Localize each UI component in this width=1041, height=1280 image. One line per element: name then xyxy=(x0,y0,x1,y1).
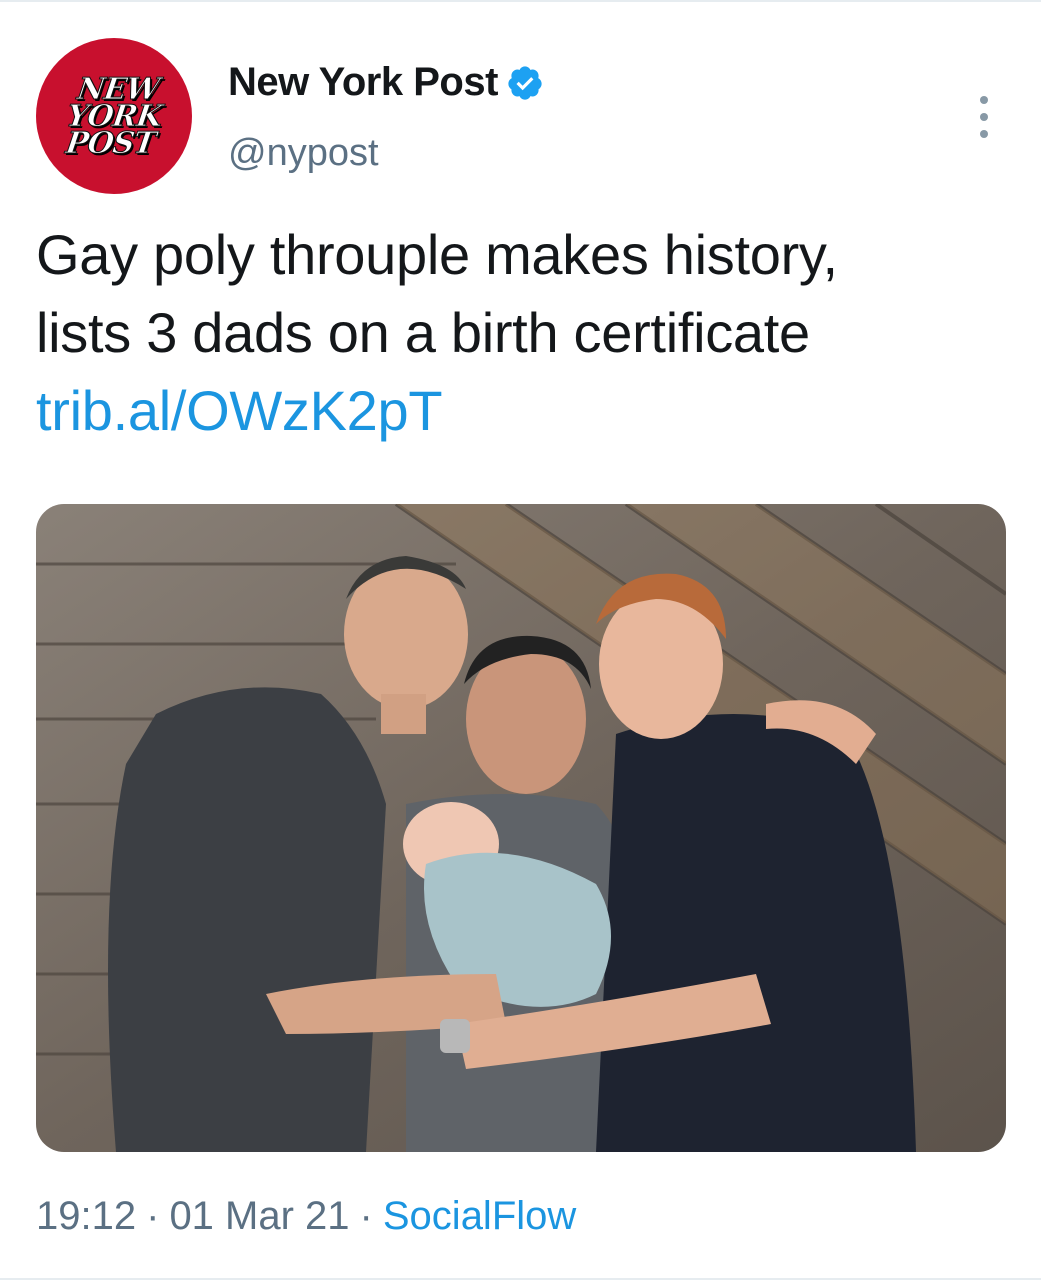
tweet-link[interactable]: trib.al/OWzK2pT xyxy=(36,372,996,450)
tweet-text-line-2: lists 3 dads on a birth certificate xyxy=(36,301,810,364)
tweet-date[interactable]: 01 Mar 21 xyxy=(169,1194,349,1238)
tweet-card: NEW YORK POST New York Post @nypost Gay … xyxy=(0,0,1041,1280)
avatar[interactable]: NEW YORK POST xyxy=(36,38,192,194)
display-name[interactable]: New York Post xyxy=(228,60,544,105)
tweet-photo[interactable] xyxy=(36,504,1006,1152)
more-vertical-icon[interactable] xyxy=(966,92,1002,142)
tweet-text: Gay poly throuple makes history, lists 3… xyxy=(36,216,996,450)
meta-separator-2: · xyxy=(359,1194,373,1238)
tweet-text-line-1: Gay poly throuple makes history, xyxy=(36,223,838,286)
photo-illustration xyxy=(36,504,1006,1152)
account-handle[interactable]: @nypost xyxy=(228,132,379,175)
verified-badge-icon xyxy=(506,64,544,102)
tweet-source[interactable]: SocialFlow xyxy=(383,1194,576,1238)
tweet-meta: 19:12 · 01 Mar 21 · SocialFlow xyxy=(36,1194,576,1239)
tweet-time[interactable]: 19:12 xyxy=(36,1194,136,1238)
nypost-logo: NEW YORK POST xyxy=(63,71,164,161)
meta-separator: · xyxy=(146,1194,160,1238)
display-name-text[interactable]: New York Post xyxy=(228,60,498,105)
